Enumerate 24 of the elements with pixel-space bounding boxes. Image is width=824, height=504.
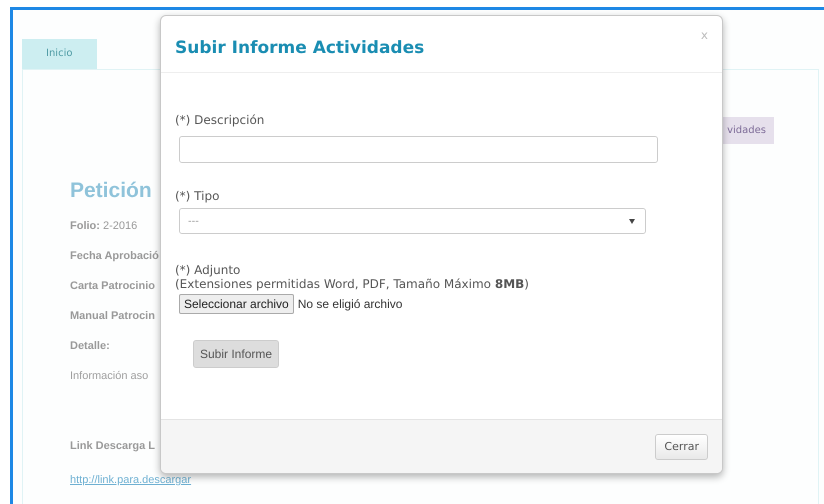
download-link[interactable]: http://link.para.descargar (70, 474, 192, 486)
input-field[interactable] (179, 136, 658, 163)
dialog-title: Subir Informe Actividades (175, 38, 424, 58)
close-button[interactable]: x (700, 28, 708, 42)
choose-file-button[interactable]: Seleccionar archivo (179, 294, 294, 314)
page-title: Petición (70, 178, 152, 204)
field-label: (*) Descripción (175, 113, 266, 127)
close-button[interactable]: Cerrar (655, 434, 708, 460)
submit-button[interactable]: Subir Informe (193, 340, 280, 368)
field-label: (*) Adjunto (175, 263, 242, 277)
field-label: Fecha Aprobació (70, 249, 159, 264)
detail-text: Información aso (70, 369, 148, 384)
field-label: Manual Patrocin (70, 309, 155, 324)
select-field[interactable]: --- (179, 208, 646, 234)
select-value: --- (188, 216, 199, 226)
field-label: Carta Patrocinio (70, 279, 155, 294)
field-text: Folio: 2-2016 (70, 219, 138, 234)
file-status: No se eligió archivo (298, 297, 402, 311)
tab[interactable]: Inicio (22, 39, 97, 69)
field-label: Link Descarga L (70, 439, 155, 454)
field-label: (*) Tipo (175, 189, 220, 203)
field-label: Detalle: (70, 339, 110, 354)
caret-icon (629, 218, 635, 224)
hint-text: (Extensiones permitidas Word, PDF, Tamaño Máximo 8MB) (175, 277, 530, 291)
